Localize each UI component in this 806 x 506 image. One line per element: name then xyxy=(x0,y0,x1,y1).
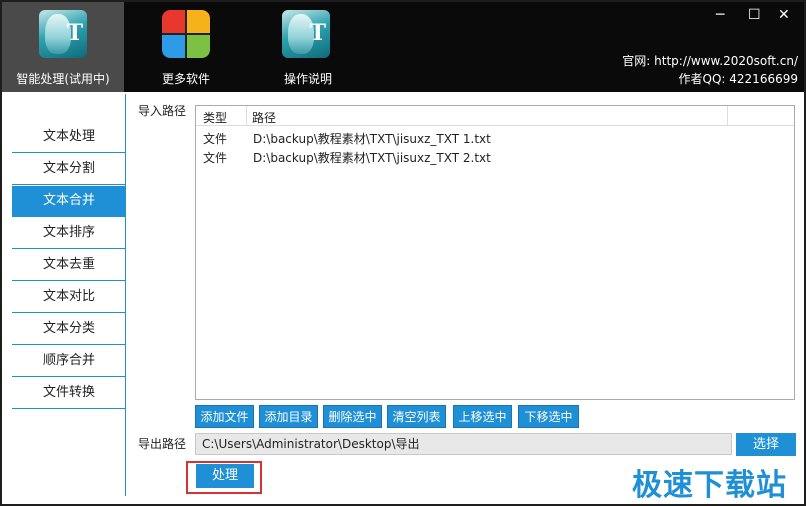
sidebar-item-file-convert[interactable]: 文件转换 xyxy=(12,378,126,409)
select-button[interactable]: 选择 xyxy=(736,433,796,456)
minimize-button[interactable]: ─ xyxy=(716,8,724,22)
sidebar-item-text-merge[interactable]: 文本合并 xyxy=(12,186,126,217)
add-directory-button[interactable]: 添加目录 xyxy=(259,405,318,428)
export-path-label: 导出路径 xyxy=(138,437,187,451)
sidebar-item-text-compare[interactable]: 文本对比 xyxy=(12,282,126,313)
sidebar: 文本处理 文本分割 文本合并 文本排序 文本去重 文本对比 文本分类 顺序合并 … xyxy=(12,94,126,496)
move-up-button[interactable]: 上移选中 xyxy=(453,405,512,428)
app-window: T 智能处理(试用中) 更多软件 T 操作说明 ─ ☐ ✕ 官网: http:/… xyxy=(0,0,806,506)
sidebar-item-text-dedupe[interactable]: 文本去重 xyxy=(12,250,126,281)
table-row[interactable]: 文件 D:\backup\教程素材\TXT\jisuxz_TXT 1.txt xyxy=(196,128,794,146)
portrait-t-icon: T xyxy=(39,10,87,58)
delete-selected-button[interactable]: 删除选中 xyxy=(323,405,382,428)
sidebar-item-text-split[interactable]: 文本分割 xyxy=(12,154,126,185)
column-header-path[interactable]: 路径 xyxy=(252,109,276,126)
smart-process-tab[interactable]: T 智能处理(试用中) xyxy=(2,2,124,92)
instructions-tab[interactable]: T 操作说明 xyxy=(248,2,368,92)
sidebar-item-text-process[interactable]: 文本处理 xyxy=(12,122,126,153)
clear-list-button[interactable]: 清空列表 xyxy=(387,405,446,428)
apps-grid-icon xyxy=(162,10,210,58)
file-list-header: 类型 路径 xyxy=(196,106,794,126)
more-software-label: 更多软件 xyxy=(161,72,210,86)
row-type: 文件 xyxy=(203,132,228,146)
process-button[interactable]: 处理 xyxy=(196,464,254,488)
row-type: 文件 xyxy=(203,151,228,165)
column-header-type[interactable]: 类型 xyxy=(203,109,227,126)
portrait-t-icon: T xyxy=(282,10,330,58)
sidebar-item-text-sort[interactable]: 文本排序 xyxy=(12,218,126,249)
author-qq-text: 作者QQ: 422166699 xyxy=(678,72,798,86)
row-path: D:\backup\教程素材\TXT\jisuxz_TXT 1.txt xyxy=(253,132,491,146)
table-row[interactable]: 文件 D:\backup\教程素材\TXT\jisuxz_TXT 2.txt xyxy=(196,147,794,165)
add-file-button[interactable]: 添加文件 xyxy=(195,405,254,428)
top-toolbar: T 智能处理(试用中) 更多软件 T 操作说明 ─ ☐ ✕ 官网: http:/… xyxy=(2,2,804,92)
more-software-tab[interactable]: 更多软件 xyxy=(124,2,248,92)
sidebar-item-text-classify[interactable]: 文本分类 xyxy=(12,314,126,345)
watermark-logo: 极速下载站 xyxy=(632,468,787,503)
move-down-button[interactable]: 下移选中 xyxy=(518,405,579,428)
export-path-field[interactable]: C:\Users\Administrator\Desktop\导出 xyxy=(195,433,732,455)
sidebar-item-sequential-merge[interactable]: 顺序合并 xyxy=(12,346,126,377)
smart-process-label: 智能处理(试用中) xyxy=(16,72,110,86)
row-path: D:\backup\教程素材\TXT\jisuxz_TXT 2.txt xyxy=(253,151,491,165)
import-path-label: 导入路径 xyxy=(138,104,187,118)
website-text: 官网: http://www.2020soft.cn/ xyxy=(622,54,798,68)
maximize-button[interactable]: ☐ xyxy=(748,8,761,22)
close-button[interactable]: ✕ xyxy=(778,8,790,22)
instructions-label: 操作说明 xyxy=(283,72,332,86)
file-list[interactable]: 类型 路径 文件 D:\backup\教程素材\TXT\jisuxz_TXT 1… xyxy=(195,105,795,400)
